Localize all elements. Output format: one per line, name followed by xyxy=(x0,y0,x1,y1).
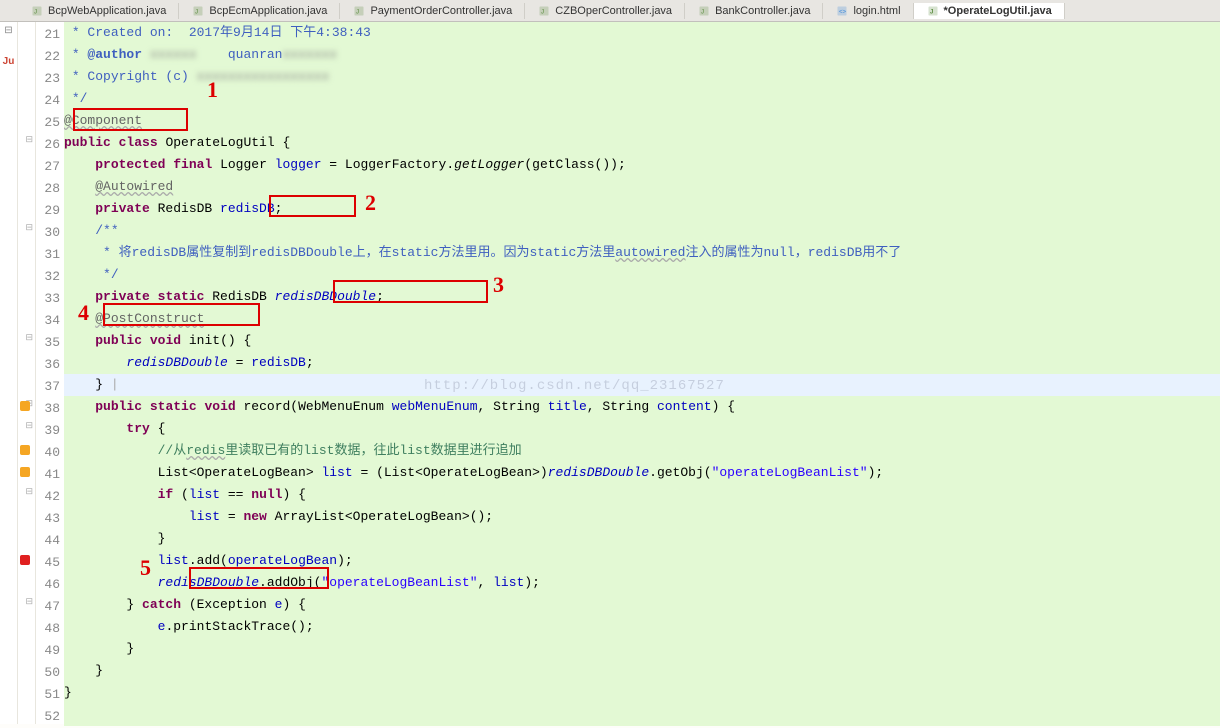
line-number: 51 xyxy=(36,684,64,706)
line-number: 24 xyxy=(36,90,64,112)
code-line-22[interactable]: * @author xxxxxx quanranxxxxxxx xyxy=(64,44,1220,66)
code-line-33[interactable]: private static RedisDB redisDBDouble; xyxy=(64,286,1220,308)
code-line-24[interactable]: */ xyxy=(64,88,1220,110)
line-number: 22 xyxy=(36,46,64,68)
tab-bankcontroller-java[interactable]: JBankController.java xyxy=(685,3,823,19)
line-number: 42 xyxy=(36,486,64,508)
line-number: 29 xyxy=(36,200,64,222)
line-number: 47 xyxy=(36,596,64,618)
code-line-52[interactable] xyxy=(64,704,1220,726)
line-number: 45 xyxy=(36,552,64,574)
code-line-49[interactable]: } xyxy=(64,638,1220,660)
line-number: 41 xyxy=(36,464,64,486)
tab-login-html[interactable]: <>login.html xyxy=(823,3,913,19)
code-line-45[interactable]: list.add(operateLogBean); xyxy=(64,550,1220,572)
error-marker-icon[interactable] xyxy=(20,555,30,565)
line-number: 25 xyxy=(36,112,64,134)
fold-icon[interactable]: ⊟ xyxy=(25,421,33,431)
line-number: 33 xyxy=(36,288,64,310)
warning-marker-icon[interactable] xyxy=(20,445,30,455)
code-line-42[interactable]: if (list == null) { xyxy=(64,484,1220,506)
line-number: 27 xyxy=(36,156,64,178)
editor-tabs: JBcpWebApplication.javaJBcpEcmApplicatio… xyxy=(0,0,1220,22)
svg-text:J: J xyxy=(701,9,704,15)
tab-czbopercontroller-java[interactable]: JCZBOperController.java xyxy=(525,3,685,19)
line-number: 44 xyxy=(36,530,64,552)
warning-marker-icon[interactable] xyxy=(20,467,30,477)
svg-text:J: J xyxy=(34,9,37,15)
line-number: 26 xyxy=(36,134,64,156)
line-number: 35 xyxy=(36,332,64,354)
junit-icon[interactable]: Ju xyxy=(3,56,15,67)
code-line-30[interactable]: /** xyxy=(64,220,1220,242)
code-line-31[interactable]: * 将redisDB属性复制到redisDBDouble上，在static方法里… xyxy=(64,242,1220,264)
code-area[interactable]: http://blog.csdn.net/qq_23167527 * Creat… xyxy=(64,22,1220,724)
line-number: 34 xyxy=(36,310,64,332)
code-line-43[interactable]: list = new ArrayList<OperateLogBean>(); xyxy=(64,506,1220,528)
line-number: 30 xyxy=(36,222,64,244)
code-line-44[interactable]: } xyxy=(64,528,1220,550)
code-line-41[interactable]: List<OperateLogBean> list = (List<Operat… xyxy=(64,462,1220,484)
code-line-46[interactable]: redisDBDouble.addObj("operateLogBeanList… xyxy=(64,572,1220,594)
code-line-26[interactable]: public class OperateLogUtil { xyxy=(64,132,1220,154)
code-line-23[interactable]: * Copyright (c) xxxxxxxxxxxxxxxxx xyxy=(64,66,1220,88)
svg-text:J: J xyxy=(195,9,198,15)
tab--operatelogutil-java[interactable]: J*OperateLogUtil.java xyxy=(914,3,1065,19)
svg-text:J: J xyxy=(356,9,359,15)
code-line-25[interactable]: @Component xyxy=(64,110,1220,132)
line-number: 38 xyxy=(36,398,64,420)
tab-bcpwebapplication-java[interactable]: JBcpWebApplication.java xyxy=(18,3,179,19)
collapse-icon[interactable]: ⊟ xyxy=(4,25,12,36)
svg-text:<>: <> xyxy=(839,9,847,15)
code-line-40[interactable]: //从redis里读取已有的list数据，往此list数据里进行追加 xyxy=(64,440,1220,462)
line-number: 49 xyxy=(36,640,64,662)
line-number: 21 xyxy=(36,24,64,46)
line-number: 32 xyxy=(36,266,64,288)
code-line-39[interactable]: try { xyxy=(64,418,1220,440)
line-number: 40 xyxy=(36,442,64,464)
line-number: 31 xyxy=(36,244,64,266)
code-line-51[interactable]: } xyxy=(64,682,1220,704)
line-number: 28 xyxy=(36,178,64,200)
code-line-50[interactable]: } xyxy=(64,660,1220,682)
code-line-38[interactable]: public static void record(WebMenuEnum we… xyxy=(64,396,1220,418)
svg-text:J: J xyxy=(541,9,544,15)
line-number: 52 xyxy=(36,706,64,728)
marker-gutter: ⊟⊟⊟⊟⊟⊟⊟ xyxy=(18,22,36,724)
code-line-48[interactable]: e.printStackTrace(); xyxy=(64,616,1220,638)
svg-text:J: J xyxy=(930,9,933,15)
fold-icon[interactable]: ⊟ xyxy=(25,223,33,233)
code-line-32[interactable]: */ xyxy=(64,264,1220,286)
line-number-gutter: 2122232425262728293031323334353637383940… xyxy=(36,22,64,724)
code-line-37[interactable]: } | xyxy=(64,374,1220,396)
line-number: 37 xyxy=(36,376,64,398)
line-number: 43 xyxy=(36,508,64,530)
code-line-35[interactable]: public void init() { xyxy=(64,330,1220,352)
line-number: 50 xyxy=(36,662,64,684)
line-number: 23 xyxy=(36,68,64,90)
fold-icon[interactable]: ⊟ xyxy=(25,597,33,607)
code-line-28[interactable]: @Autowired xyxy=(64,176,1220,198)
tab-paymentordercontroller-java[interactable]: JPaymentOrderController.java xyxy=(340,3,525,19)
editor-area: ⊟ Ju ⊟⊟⊟⊟⊟⊟⊟ 212223242526272829303132333… xyxy=(0,22,1220,724)
tab-bcpecmapplication-java[interactable]: JBcpEcmApplication.java xyxy=(179,3,340,19)
line-number: 39 xyxy=(36,420,64,442)
code-line-36[interactable]: redisDBDouble = redisDB; xyxy=(64,352,1220,374)
fold-icon[interactable]: ⊟ xyxy=(25,487,33,497)
code-line-21[interactable]: * Created on: 2017年9月14日 下午4:38:43 xyxy=(64,22,1220,44)
line-number: 36 xyxy=(36,354,64,376)
fold-icon[interactable]: ⊟ xyxy=(25,333,33,343)
code-line-34[interactable]: @PostConstruct xyxy=(64,308,1220,330)
line-number: 46 xyxy=(36,574,64,596)
code-line-29[interactable]: private RedisDB redisDB; xyxy=(64,198,1220,220)
code-line-27[interactable]: protected final Logger logger = LoggerFa… xyxy=(64,154,1220,176)
warning-marker-icon[interactable] xyxy=(20,401,30,411)
line-number: 48 xyxy=(36,618,64,640)
code-line-47[interactable]: } catch (Exception e) { xyxy=(64,594,1220,616)
left-gutter: ⊟ Ju xyxy=(0,22,18,724)
fold-icon[interactable]: ⊟ xyxy=(25,135,33,145)
